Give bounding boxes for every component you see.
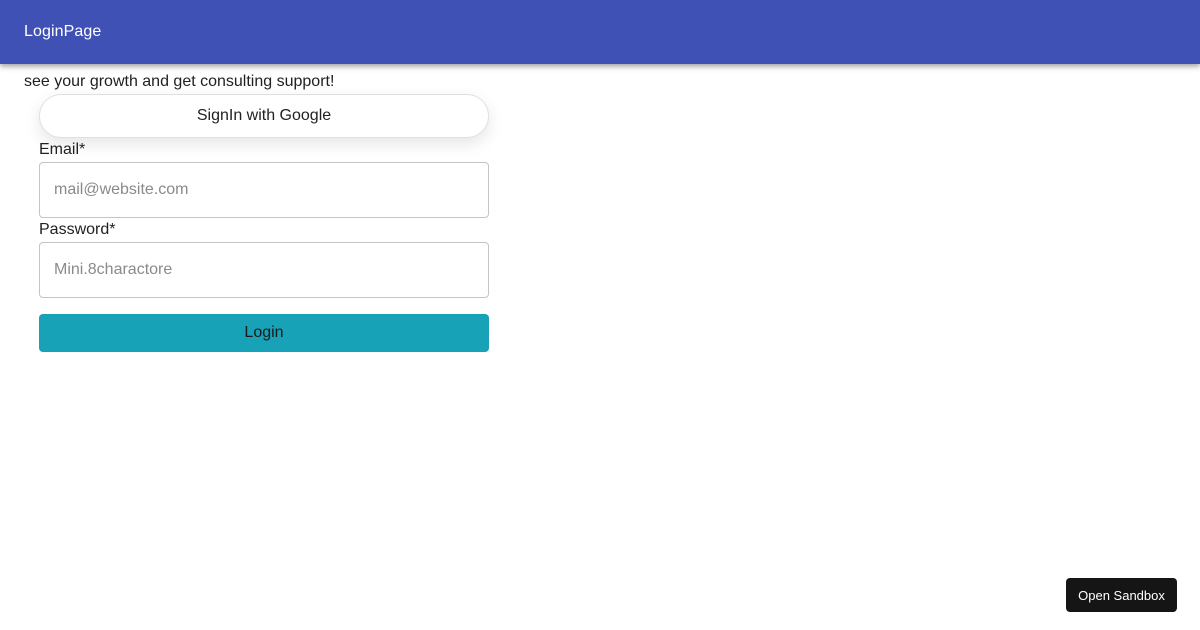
- tagline-text: see your growth and get consulting suppo…: [24, 73, 335, 90]
- open-sandbox-button[interactable]: Open Sandbox: [1066, 578, 1177, 612]
- password-label: Password*: [39, 221, 116, 238]
- login-button[interactable]: Login: [39, 314, 489, 352]
- email-field[interactable]: [39, 162, 489, 218]
- page-title: LoginPage: [24, 23, 102, 40]
- app-bar: LoginPage: [0, 0, 1200, 64]
- password-field[interactable]: [39, 242, 489, 298]
- email-label: Email*: [39, 141, 86, 158]
- google-signin-button[interactable]: SignIn with Google: [39, 94, 489, 138]
